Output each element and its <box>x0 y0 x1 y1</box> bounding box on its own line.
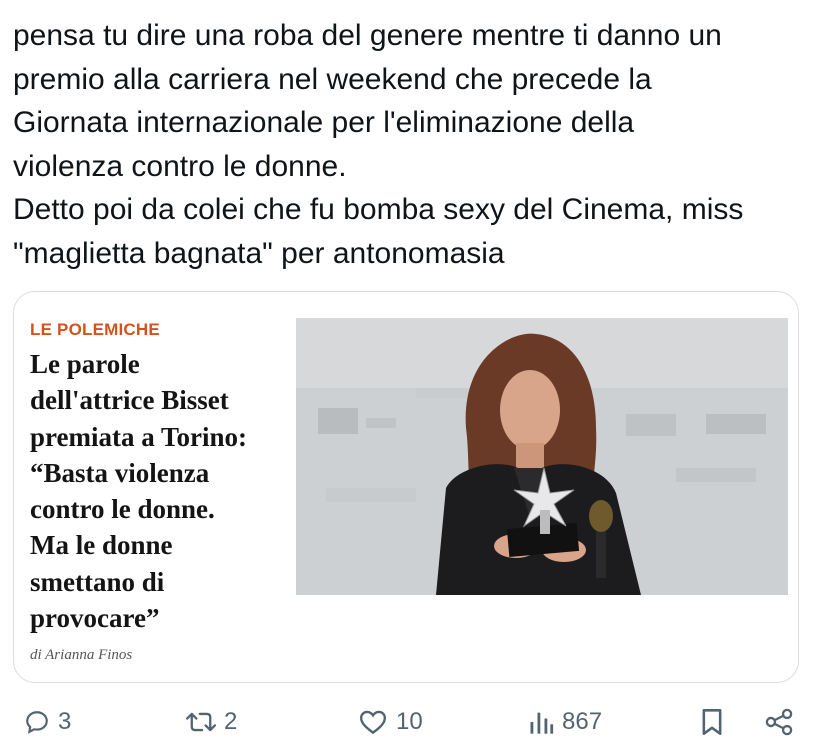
like-count: 10 <box>396 707 423 735</box>
headline-line: provocare” <box>30 603 160 634</box>
reply-icon <box>26 710 48 734</box>
tweet-line: Detto poi da colei che fu bomba sexy del… <box>13 193 744 226</box>
bookmark-button[interactable] <box>700 700 724 743</box>
headline-line: smettano di <box>30 566 165 597</box>
tweet-text: pensa tu dire una roba del genere mentre… <box>13 14 819 275</box>
headline-line: premiata a Torino: <box>30 421 248 452</box>
article-photo <box>296 318 788 595</box>
card-author: di Arianna Finos <box>30 647 133 663</box>
bookmark-icon <box>702 708 722 735</box>
card-headline: Le parole dell'attrice Bisset premiata a… <box>30 346 292 636</box>
headline-line: contro le donne. <box>30 494 215 525</box>
link-preview-card[interactable]: LE POLEMICHE Le parole dell'attrice Biss… <box>13 291 799 683</box>
woman-holding-star-award-photo <box>296 318 788 595</box>
headline-line: dell'attrice Bisset <box>30 385 229 416</box>
reply-count: 3 <box>58 707 72 735</box>
reply-button[interactable]: 3 <box>24 700 71 743</box>
share-icon <box>765 708 793 735</box>
like-button[interactable]: 10 <box>358 700 423 743</box>
tweet-line: premio alla carriera nel weekend che pre… <box>13 62 652 96</box>
headline-line: Le parole <box>30 349 140 379</box>
tweet-line: "maglietta bagnata" per antonomasia <box>13 236 505 270</box>
views-chart-icon <box>530 712 554 734</box>
share-button[interactable] <box>764 700 794 743</box>
views-button[interactable]: 867 <box>528 700 602 743</box>
tweet-actions-bar: 3 2 10 867 <box>0 700 834 743</box>
retweet-button[interactable]: 2 <box>186 700 237 743</box>
heart-icon <box>359 710 387 734</box>
retweet-count: 2 <box>224 707 238 735</box>
tweet-line: Giornata internazionale per l'eliminazio… <box>13 106 635 139</box>
card-kicker: LE POLEMICHE <box>30 320 160 339</box>
headline-line: Ma le donne <box>30 530 173 561</box>
headline-line: “Basta violenza <box>30 457 210 488</box>
tweet-line: pensa tu dire una roba del genere mentre… <box>13 19 722 52</box>
tweet-line: violenza contro le donne. <box>13 149 347 183</box>
retweet-icon <box>186 712 216 731</box>
views-count: 867 <box>562 707 603 735</box>
